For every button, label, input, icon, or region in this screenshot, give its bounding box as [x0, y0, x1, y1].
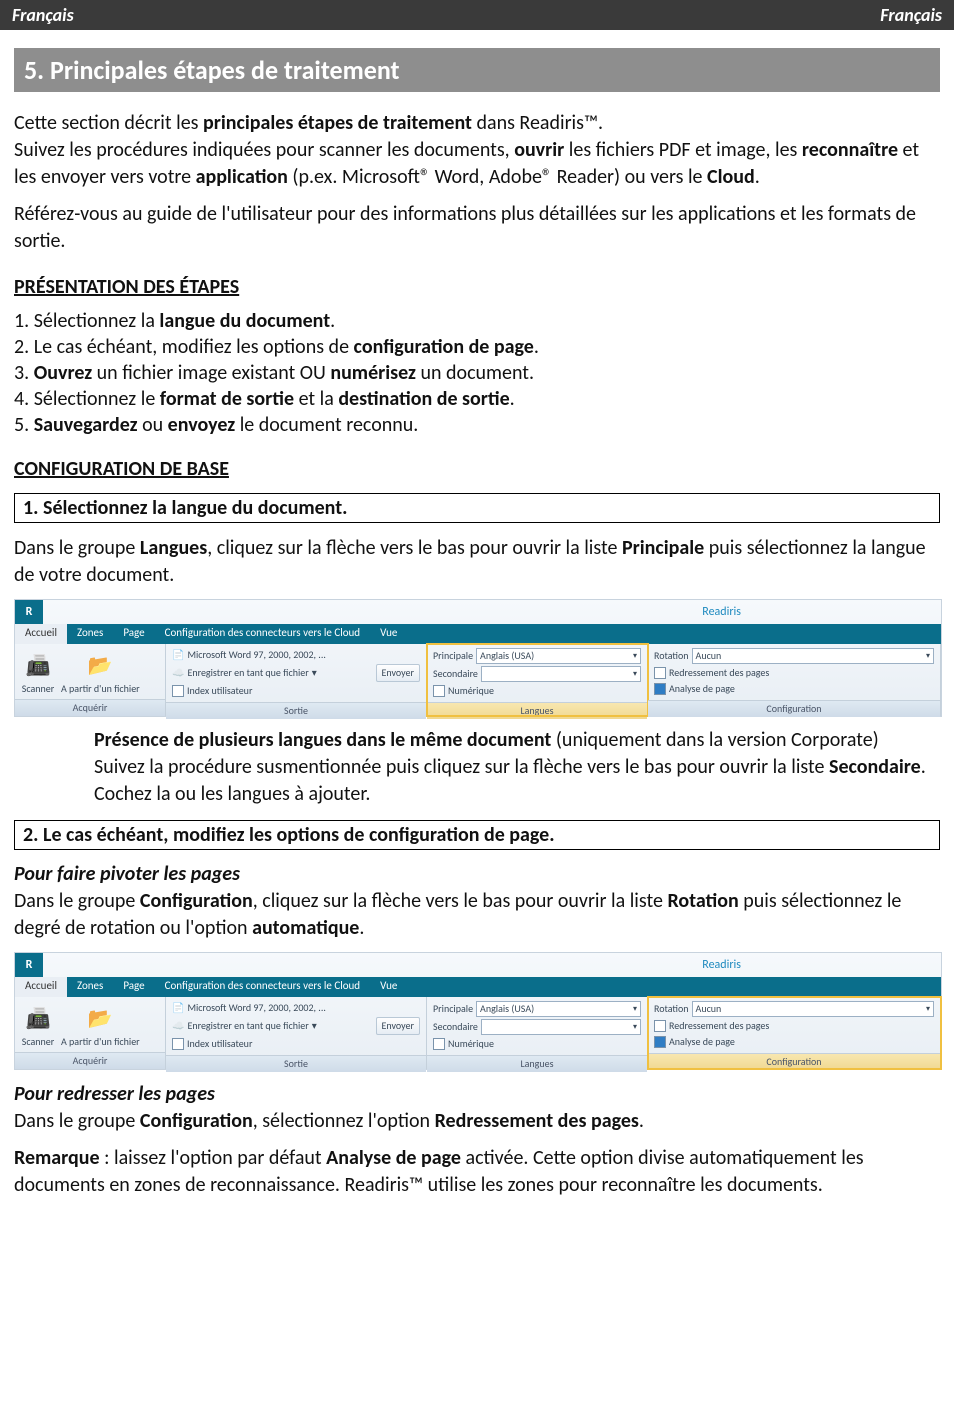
group-acquerir: Acquérir — [15, 1052, 165, 1069]
group-langues: Langues — [427, 1055, 647, 1072]
numerique-checkbox[interactable] — [433, 685, 445, 697]
redress-text: Dans le groupe Configuration, sélectionn… — [14, 1108, 940, 1135]
secondaire-dropdown[interactable]: ▾ — [481, 1019, 641, 1035]
scanner-button[interactable]: 📠 Scanner — [21, 1001, 55, 1048]
tab-accueil[interactable]: Accueil — [15, 624, 67, 644]
rotation-label: Rotation — [654, 649, 689, 663]
tab-page[interactable]: Page — [113, 977, 154, 997]
output-save-as[interactable]: Enregistrer en tant que fichier — [187, 666, 308, 680]
output-index[interactable]: Index utilisateur — [187, 1037, 252, 1051]
app-icon[interactable]: R — [15, 600, 43, 624]
redressement-label: Redressement des pages — [669, 666, 769, 680]
tab-config[interactable]: Configuration des connecteurs vers le Cl… — [155, 624, 370, 644]
output-word[interactable]: Microsoft Word 97, 2000, 2002, ... — [187, 648, 325, 662]
app-title: Readiris — [702, 605, 741, 619]
pivot-text: Dans le groupe Configuration, cliquez su… — [14, 888, 940, 942]
redressement-checkbox[interactable] — [654, 1020, 666, 1032]
analyse-checkbox[interactable] — [654, 683, 666, 695]
secondaire-label: Secondaire — [433, 1020, 478, 1034]
section-title: 5. Principales étapes de traitement — [14, 48, 940, 92]
tab-vue[interactable]: Vue — [370, 624, 407, 644]
steps-list: 1. Sélectionnez la langue du document. 2… — [14, 309, 940, 437]
index-checkbox[interactable] — [172, 685, 184, 697]
tab-zones[interactable]: Zones — [67, 624, 113, 644]
index-checkbox[interactable] — [172, 1038, 184, 1050]
group-configuration: Configuration — [648, 700, 940, 717]
redress-heading: Pour redresser les pages — [14, 1082, 940, 1106]
group-acquerir: Acquérir — [15, 699, 165, 716]
group-sortie: Sortie — [166, 1055, 426, 1072]
scanner-button[interactable]: 📠 Scanner — [21, 648, 55, 695]
page-header: Français Français — [0, 0, 954, 30]
numerique-checkbox[interactable] — [433, 1038, 445, 1050]
app-icon[interactable]: R — [15, 953, 43, 977]
principale-label: Principale — [433, 649, 473, 663]
word-icon: 📄 — [172, 648, 184, 662]
numerique-label: Numérique — [448, 1037, 494, 1051]
secondaire-label: Secondaire — [433, 667, 478, 681]
secondaire-dropdown[interactable]: ▾ — [481, 666, 641, 682]
tab-config[interactable]: Configuration des connecteurs vers le Cl… — [155, 977, 370, 997]
analyse-label: Analyse de page — [669, 1035, 735, 1049]
output-index[interactable]: Index utilisateur — [187, 684, 252, 698]
principale-dropdown[interactable]: Anglais (USA)▾ — [476, 648, 641, 664]
multi-lang-note: Présence de plusieurs langues dans le mê… — [94, 727, 940, 808]
app-title: Readiris — [702, 958, 741, 972]
save-icon: ☁️ — [172, 666, 184, 680]
from-file-button[interactable]: 📂 A partir d'un fichier — [61, 1001, 140, 1048]
intro-paragraph-1: Cette section décrit les principales éta… — [14, 110, 940, 191]
tab-vue[interactable]: Vue — [370, 977, 407, 997]
step-box-1: 1. Sélectionnez la langue du document. — [14, 493, 940, 523]
presentation-heading: PRÉSENTATION DES ÉTAPES — [14, 275, 940, 299]
send-button[interactable]: Envoyer — [376, 664, 420, 682]
tab-zones[interactable]: Zones — [67, 977, 113, 997]
numerique-label: Numérique — [448, 684, 494, 698]
redressement-checkbox[interactable] — [654, 667, 666, 679]
group-sortie: Sortie — [166, 702, 426, 719]
save-icon: ☁️ — [172, 1019, 184, 1033]
redressement-label: Redressement des pages — [669, 1019, 769, 1033]
analyse-label: Analyse de page — [669, 682, 735, 696]
analyse-checkbox[interactable] — [654, 1036, 666, 1048]
pivot-heading: Pour faire pivoter les pages — [14, 862, 940, 886]
principale-label: Principale — [433, 1002, 473, 1016]
principale-dropdown[interactable]: Anglais (USA)▾ — [476, 1001, 641, 1017]
remarque-text: Remarque : laissez l'option par défaut A… — [14, 1145, 940, 1199]
langues-text: Dans le groupe Langues, cliquez sur la f… — [14, 535, 940, 589]
word-icon: 📄 — [172, 1001, 184, 1015]
rotation-label: Rotation — [654, 1002, 689, 1016]
intro-paragraph-2: Référez-vous au guide de l'utilisateur p… — [14, 201, 940, 255]
ribbon-screenshot-2: R Readiris Accueil Zones Page Configurat… — [14, 952, 942, 1070]
rotation-dropdown[interactable]: Aucun▾ — [692, 1001, 934, 1017]
folder-icon: 📂 — [83, 648, 117, 682]
step-box-2: 2. Le cas échéant, modifiez les options … — [14, 820, 940, 850]
config-heading: CONFIGURATION DE BASE — [14, 457, 940, 481]
tab-accueil[interactable]: Accueil — [15, 977, 67, 997]
folder-icon: 📂 — [83, 1001, 117, 1035]
group-configuration: Configuration — [648, 1053, 940, 1070]
header-right: Français — [880, 4, 942, 26]
from-file-button[interactable]: 📂 A partir d'un fichier — [61, 648, 140, 695]
ribbon-screenshot-1: R Readiris Accueil Zones Page Configurat… — [14, 599, 942, 717]
group-langues: Langues — [427, 702, 647, 719]
output-word[interactable]: Microsoft Word 97, 2000, 2002, ... — [187, 1001, 325, 1015]
rotation-dropdown[interactable]: Aucun▾ — [692, 648, 934, 664]
send-button[interactable]: Envoyer — [376, 1017, 420, 1035]
scanner-icon: 📠 — [21, 1001, 55, 1035]
tab-page[interactable]: Page — [113, 624, 154, 644]
scanner-icon: 📠 — [21, 648, 55, 682]
header-left: Français — [12, 4, 74, 26]
output-save-as[interactable]: Enregistrer en tant que fichier — [187, 1019, 308, 1033]
